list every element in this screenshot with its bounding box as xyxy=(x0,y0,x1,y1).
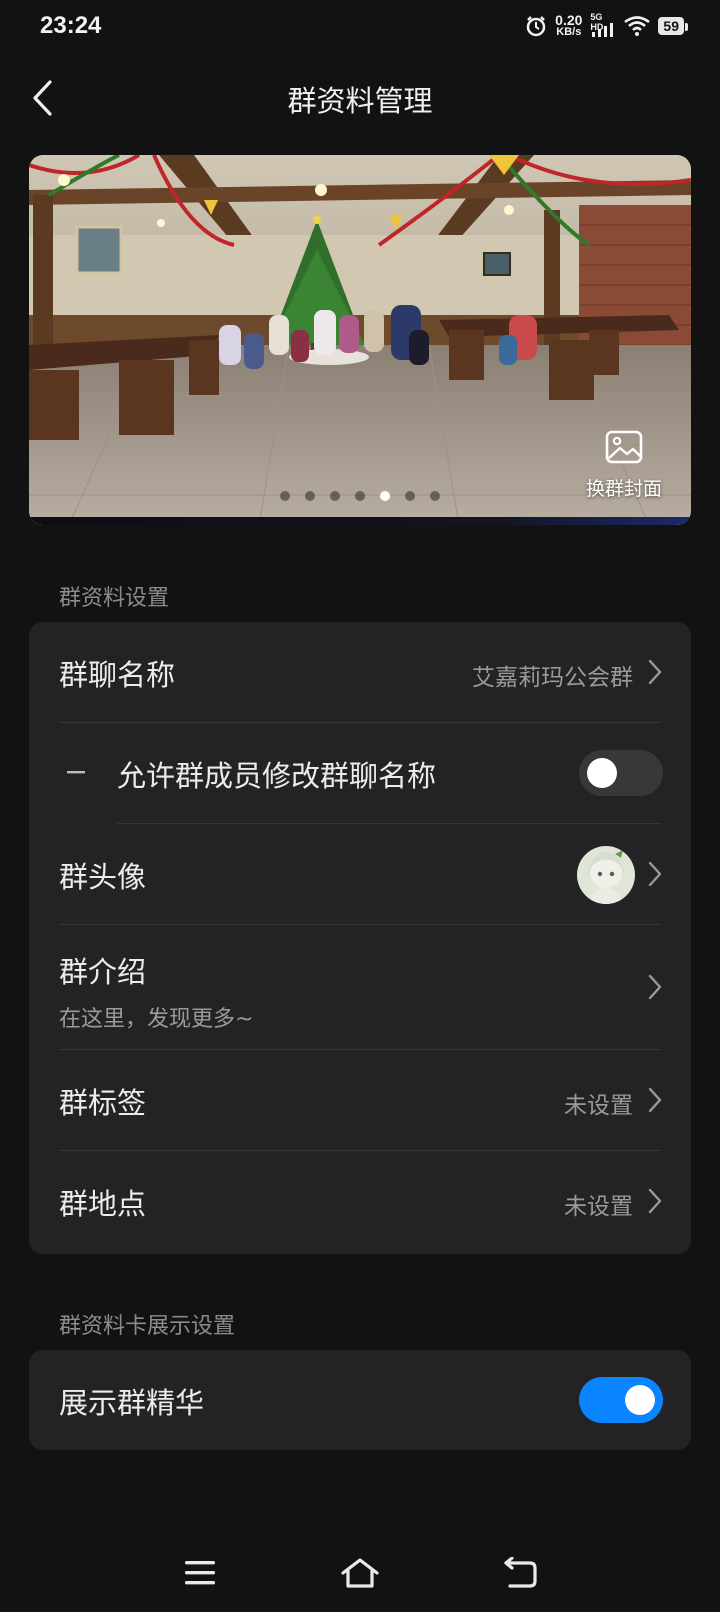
group-avatar-title: 群头像 xyxy=(59,860,147,894)
image-icon xyxy=(605,430,643,464)
allow-rename-toggle[interactable] xyxy=(579,750,663,796)
section-label-card-display: 群资料卡展示设置 xyxy=(59,1314,236,1339)
status-time: 23:24 xyxy=(40,12,102,39)
change-cover-button[interactable]: 换群封面 xyxy=(579,430,669,501)
toggle-knob xyxy=(587,758,617,788)
menu-button[interactable] xyxy=(170,1550,230,1596)
group-info-card: 群聊名称 艾嘉莉玛公会群 允许群成员修改群聊名称 群头像 群介绍 在这里，发现更… xyxy=(29,622,691,1254)
signal-bars-icon xyxy=(592,23,614,37)
show-essence-toggle[interactable] xyxy=(579,1377,663,1423)
carousel-dot[interactable] xyxy=(405,491,415,501)
chevron-right-icon xyxy=(648,861,662,887)
status-bar: 23:24 0.20 KB/s 5G HD 59 xyxy=(0,0,720,56)
group-avatar-image xyxy=(577,846,635,904)
group-tags-title: 群标签 xyxy=(59,1086,147,1120)
cover-bottom-strip xyxy=(29,517,691,525)
group-intro-title: 群介绍 xyxy=(59,955,147,989)
section-label-info: 群资料设置 xyxy=(59,586,170,611)
system-nav-bar xyxy=(0,1540,720,1612)
allow-rename-row: 允许群成员修改群聊名称 xyxy=(29,723,691,823)
toggle-knob xyxy=(625,1385,655,1415)
group-location-row[interactable]: 群地点 未设置 xyxy=(29,1151,691,1251)
network-speed: 0.20 KB/s xyxy=(555,12,583,38)
back-nav-button[interactable] xyxy=(490,1550,550,1596)
group-name-title: 群聊名称 xyxy=(59,658,176,692)
chevron-right-icon xyxy=(648,1188,662,1214)
dash-icon xyxy=(67,771,85,774)
carousel-dot-active[interactable] xyxy=(380,491,390,501)
carousel-dot[interactable] xyxy=(305,491,315,501)
group-name-value: 艾嘉莉玛公会群 xyxy=(472,665,633,691)
group-name-row[interactable]: 群聊名称 艾嘉莉玛公会群 xyxy=(29,622,691,722)
group-avatar-row[interactable]: 群头像 xyxy=(29,824,691,924)
chevron-right-icon xyxy=(648,1087,662,1113)
carousel-dot[interactable] xyxy=(280,491,290,501)
network-speed-value: 0.20 xyxy=(555,12,583,28)
alarm-icon xyxy=(526,16,546,37)
status-icons: 0.20 KB/s 5G HD 59 xyxy=(525,12,688,38)
group-intro-row[interactable]: 群介绍 在这里，发现更多~ xyxy=(29,925,691,1049)
group-tags-row[interactable]: 群标签 未设置 xyxy=(29,1050,691,1150)
carousel-dot[interactable] xyxy=(355,491,365,501)
return-icon xyxy=(504,1557,537,1588)
chevron-right-icon xyxy=(648,974,662,1000)
battery-indicator: 59 xyxy=(658,17,688,35)
wifi-icon xyxy=(624,16,651,36)
show-essence-title: 展示群精华 xyxy=(59,1386,205,1420)
allow-rename-title: 允许群成员修改群聊名称 xyxy=(117,759,437,793)
carousel-dot[interactable] xyxy=(330,491,340,501)
group-location-title: 群地点 xyxy=(59,1187,147,1221)
network-speed-unit: KB/s xyxy=(556,26,582,38)
header-bar: 群资料管理 xyxy=(0,56,720,140)
group-location-value: 未设置 xyxy=(564,1194,633,1220)
show-essence-row: 展示群精华 xyxy=(29,1350,691,1450)
group-tags-value: 未设置 xyxy=(564,1093,633,1119)
menu-icon xyxy=(185,1561,215,1585)
change-cover-label: 换群封面 xyxy=(585,478,662,500)
home-button[interactable] xyxy=(330,1550,390,1596)
carousel-dot[interactable] xyxy=(430,491,440,501)
group-cover-carousel[interactable]: 换群封面 xyxy=(29,155,691,525)
cellular-signal: 5G HD xyxy=(590,12,616,38)
page-title: 群资料管理 xyxy=(287,84,433,118)
chevron-right-icon xyxy=(648,659,662,685)
card-display-settings: 展示群精华 xyxy=(29,1350,691,1450)
group-intro-value: 在这里，发现更多~ xyxy=(59,1007,254,1032)
home-icon xyxy=(341,1558,379,1588)
